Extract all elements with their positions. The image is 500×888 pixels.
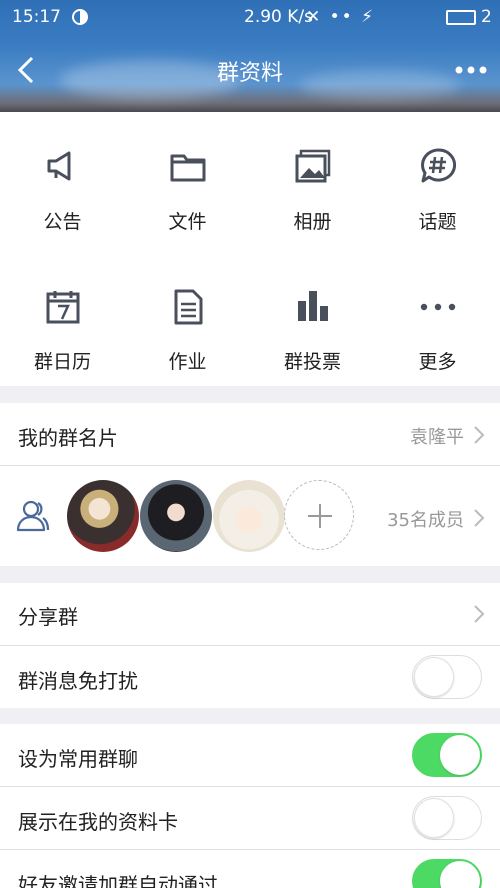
grid-item-calendar[interactable]: 群日历 [0, 247, 125, 373]
more-dots-icon [420, 303, 456, 311]
setting-label: 设为常用群聊 [18, 747, 138, 771]
more-options-icon[interactable] [454, 60, 488, 80]
folder-icon [170, 154, 206, 182]
grid-label: 群投票 [283, 351, 341, 373]
member-count: 35名成员 [387, 510, 464, 531]
setting-label: 展示在我的资料卡 [18, 810, 178, 834]
grid-label: 作业 [168, 351, 207, 373]
avatar[interactable] [67, 480, 139, 552]
toggle-knob [414, 657, 454, 697]
status-net-speed: 2.90 K/s [244, 7, 313, 27]
grid-item-vote[interactable]: 群投票 [250, 247, 375, 373]
mute-toggle[interactable] [412, 655, 482, 699]
toggle-knob [440, 735, 480, 775]
page-title: 群资料 [216, 61, 283, 86]
avatar[interactable] [140, 480, 212, 552]
members-icon [16, 500, 50, 532]
chevron-right-icon [474, 509, 485, 527]
grid-item-files[interactable]: 文件 [125, 112, 250, 233]
add-member-button[interactable] [284, 480, 354, 550]
setting-label: 群消息免打扰 [18, 669, 138, 693]
setting-row-show-profile: 展示在我的资料卡 [0, 787, 500, 849]
toggle-knob [440, 861, 480, 888]
grid-label: 群日历 [33, 351, 91, 373]
grid-label: 相册 [293, 211, 332, 233]
my-group-card-label: 我的群名片 [18, 426, 118, 450]
battery-icon [446, 10, 476, 25]
my-group-card-value: 袁隆平 [410, 427, 464, 448]
chevron-right-icon [474, 426, 485, 444]
setting-row-mute: 群消息免打扰 [0, 646, 500, 708]
share-group-label: 分享群 [18, 605, 78, 629]
my-group-card-row[interactable]: 我的群名片 袁隆平 [0, 403, 500, 465]
calendar-icon [46, 291, 80, 324]
group-functions-grid: 公告 文件 相册 话题 群日历 作业 群投票 更多 [0, 112, 500, 386]
grid-label: 话题 [418, 211, 457, 233]
homework-document-icon [174, 289, 203, 325]
status-bar: 15:17 2.90 K/s ✕ •• ⚡ 2 [0, 0, 500, 36]
avatar[interactable] [213, 480, 285, 552]
show-on-profile-toggle[interactable] [412, 796, 482, 840]
setting-row-auto-approve: 好友邀请加群自动通过 [0, 850, 500, 888]
setting-label: 好友邀请加群自动通过 [18, 873, 218, 888]
vote-chart-icon [298, 291, 328, 321]
chevron-right-icon [474, 605, 485, 623]
grid-label: 文件 [168, 211, 207, 233]
photo-album-icon [295, 149, 331, 183]
grid-item-homework[interactable]: 作业 [125, 247, 250, 373]
moon-icon [72, 9, 88, 25]
battery-level: 2 [481, 7, 492, 27]
status-time: 15:17 [12, 7, 61, 27]
grid-label: 公告 [43, 211, 82, 233]
grid-item-topic[interactable]: 话题 [375, 112, 500, 233]
toggle-knob [414, 798, 454, 838]
grid-item-announcement[interactable]: 公告 [0, 112, 125, 233]
auto-approve-toggle[interactable] [412, 859, 482, 888]
setting-row-frequent: 设为常用群聊 [0, 724, 500, 786]
grid-label: 更多 [418, 351, 457, 373]
topic-hashtag-icon [421, 148, 456, 183]
header: 15:17 2.90 K/s ✕ •• ⚡ 2 群资料 [0, 0, 500, 112]
frequent-chat-toggle[interactable] [412, 733, 482, 777]
megaphone-icon [47, 151, 71, 181]
status-icons: ✕ •• ⚡ [306, 7, 376, 27]
share-group-row[interactable]: 分享群 [0, 583, 500, 645]
grid-item-more[interactable]: 更多 [375, 247, 500, 373]
grid-item-album[interactable]: 相册 [250, 112, 375, 233]
nav-bar: 群资料 [0, 42, 500, 98]
